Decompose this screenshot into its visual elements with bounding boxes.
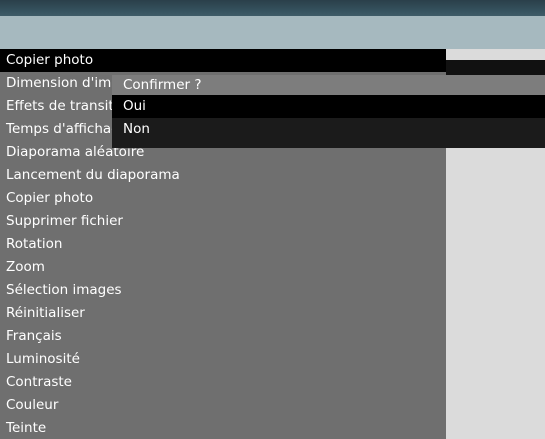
option-non[interactable]: Non bbox=[112, 118, 545, 141]
menu-item-copier-photo[interactable]: Copier photo bbox=[0, 49, 446, 72]
menu-item-selection-images[interactable]: Sélection images bbox=[0, 279, 446, 302]
menu-item-supprimer-fichier[interactable]: Supprimer fichier bbox=[0, 210, 446, 233]
menu-item-teinte[interactable]: Teinte bbox=[0, 417, 446, 439]
menu-item-francais[interactable]: Français bbox=[0, 325, 446, 348]
confirm-dialog: Confirmer ? Oui Non bbox=[112, 75, 545, 148]
menu-item-rotation[interactable]: Rotation bbox=[0, 233, 446, 256]
menu-item-lancement-diaporama[interactable]: Lancement du diaporama bbox=[0, 164, 446, 187]
menu-item-zoom[interactable]: Zoom bbox=[0, 256, 446, 279]
menu-item-reinitialiser[interactable]: Réinitialiser bbox=[0, 302, 446, 325]
menu-item-copier-photo-2[interactable]: Copier photo bbox=[0, 187, 446, 210]
selection-extension-strip bbox=[446, 60, 545, 75]
menu-item-couleur[interactable]: Couleur bbox=[0, 394, 446, 417]
option-oui[interactable]: Oui bbox=[112, 95, 545, 118]
top-bar bbox=[0, 0, 545, 16]
menu-item-luminosite[interactable]: Luminosité bbox=[0, 348, 446, 371]
header-band bbox=[0, 16, 545, 49]
menu-item-contraste[interactable]: Contraste bbox=[0, 371, 446, 394]
dialog-title: Confirmer ? bbox=[112, 75, 545, 95]
